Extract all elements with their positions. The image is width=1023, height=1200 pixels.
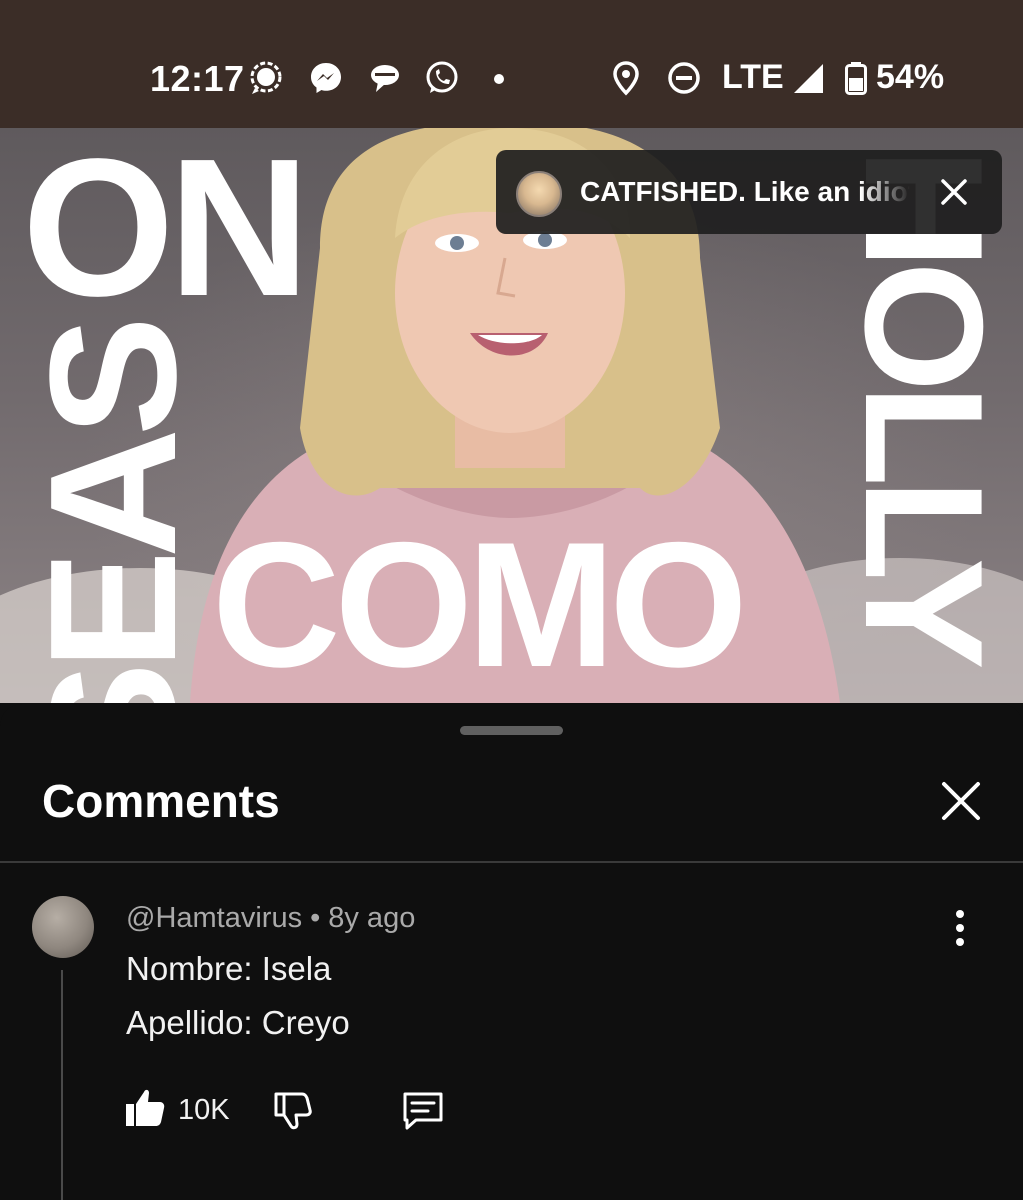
avatar[interactable] [32,896,94,958]
whatsapp-icon [426,61,458,93]
network-type: LTE [722,58,784,96]
thumbnail-text-on: ON [22,128,310,337]
meta-separator: • [310,902,321,934]
battery-icon [845,62,867,95]
more-options-icon[interactable] [942,908,978,948]
thread-line [61,970,63,1200]
dislike-icon[interactable] [270,1088,314,1132]
comments-title: Comments [42,775,280,827]
close-icon[interactable] [936,174,972,210]
video-player[interactable]: ON SEAS COMO HOLLY CATFISHED. Like an id… [0,128,1023,703]
comment-author[interactable]: @Hamtavirus [126,902,302,934]
video-card-title: CATFISHED. Like an idiot [580,176,910,207]
close-comments-icon[interactable] [938,778,984,824]
signal-icon [250,61,282,94]
messenger-icon [311,63,341,93]
clock: 12:17 [150,58,245,99]
drag-handle[interactable] [460,726,563,735]
comment-text-line: Apellido: Creyo [126,1004,350,1041]
channel-avatar [516,171,562,217]
comment-text-line: Nombre: Isela [126,950,332,987]
location-icon [613,61,639,96]
comment-age: 8y ago [328,902,416,934]
like-count: 10K [178,1094,230,1126]
status-bar: 12:17 LTE 54% [0,0,1023,128]
thumbnail-text-como: COMO [212,505,748,703]
battery-percentage: 54% [876,58,945,96]
video-info-card[interactable]: CATFISHED. Like an idiot [496,150,1002,234]
comment-meta: @Hamtavirus • 8y ago [126,902,415,935]
thumbnail-text-seas: SEAS [13,324,214,703]
divider [0,861,1023,863]
like-icon[interactable] [124,1086,166,1128]
more-notifications-dot [494,74,504,84]
cell-signal-icon [794,64,823,93]
comments-panel: Comments @Hamtavirus • 8y ago Nombre: Isel… [0,704,1023,1200]
reply-icon[interactable] [400,1088,446,1134]
do-not-disturb-icon [668,62,700,94]
chat-icon [371,65,399,92]
